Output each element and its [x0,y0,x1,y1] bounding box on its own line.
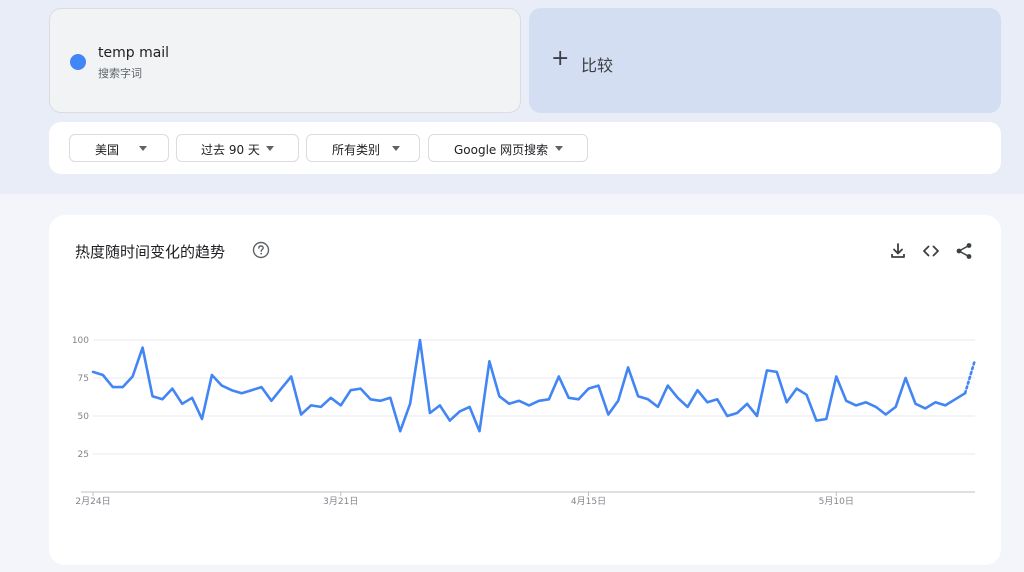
x-tick-label: 4月15日 [571,496,606,507]
y-tick-label: 25 [78,450,89,460]
trend-chart: 25 50 75 100 2月24日 3月21日 4月15日 5月10日 [72,336,977,507]
x-tick-label: 3月21日 [323,496,358,507]
time-range-filter[interactable]: 过去 90 天 [176,134,299,162]
time-range-filter-label: 过去 90 天 [201,143,260,157]
chevron-down-icon [139,146,147,151]
plus-icon: + [551,46,570,71]
chevron-down-icon [555,146,563,151]
category-filter[interactable]: 所有类别 [306,134,420,162]
y-tick-label: 75 [78,374,89,384]
term-type-label: 搜索字词 [98,67,142,80]
compare-button[interactable]: + 比较 [529,8,1001,113]
interest-over-time-card: 热度随时间变化的趋势 25 50 75 100 2月24日 3月21日 4月15日 5月10日 [49,215,1001,565]
region-filter[interactable]: 美国 [69,134,169,162]
y-tick-label: 50 [78,412,90,422]
x-tick-label: 2月24日 [75,496,110,507]
search-type-filter-label: Google 网页搜索 [454,143,549,157]
series-line [91,338,967,433]
series-line-partial [963,358,977,395]
region-filter-label: 美国 [95,143,120,157]
x-tick-label: 5月10日 [819,496,854,507]
category-filter-label: 所有类别 [332,143,381,157]
filter-bar: 美国 过去 90 天 所有类别 Google 网页搜索 [49,122,1001,174]
search-type-filter[interactable]: Google 网页搜索 [428,134,588,162]
y-tick-label: 100 [72,336,89,346]
chevron-down-icon [266,146,274,151]
term-name[interactable]: temp mail [98,45,169,61]
term-color-dot [70,54,86,70]
compare-label: 比较 [581,56,614,75]
chevron-down-icon [392,146,400,151]
search-term-card[interactable]: temp mail 搜索字词 [49,8,521,113]
